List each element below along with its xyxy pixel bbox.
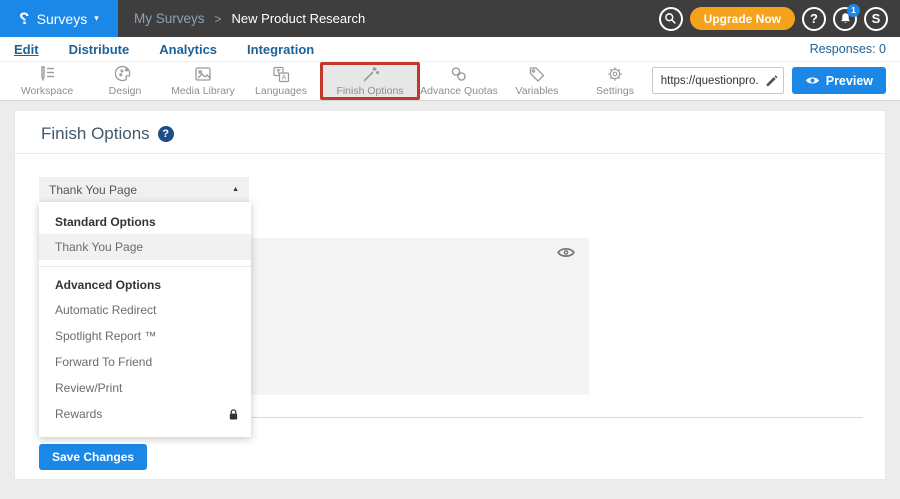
toolbar-item-variables[interactable]: Variables	[498, 62, 576, 100]
toolbar-item-advance-quotas[interactable]: Advance Quotas	[420, 62, 498, 100]
app-screen: ? Surveys ▾ My Surveys > New Product Res…	[0, 0, 900, 499]
breadcrumb-my-surveys[interactable]: My Surveys	[134, 11, 205, 26]
breadcrumb-current-survey: New Product Research	[232, 11, 366, 26]
finish-options-wand-icon	[360, 65, 380, 83]
question-mark-icon: ?	[810, 11, 818, 26]
survey-nav-tabs: Edit Distribute Analytics Integration Re…	[0, 37, 900, 62]
preview-button[interactable]: Preview	[792, 67, 886, 94]
design-palette-icon	[115, 65, 135, 83]
responses-count-link[interactable]: Responses: 0	[810, 42, 886, 56]
dropdown-divider	[39, 266, 251, 267]
help-button[interactable]: ?	[802, 7, 826, 31]
languages-icon: A	[271, 65, 291, 83]
variables-tag-icon	[527, 65, 547, 83]
finish-option-select-value: Thank You Page	[49, 183, 137, 197]
workspace-icon	[37, 65, 57, 83]
upgrade-now-button[interactable]: Upgrade Now	[690, 7, 795, 30]
questionpro-logo-icon: ?	[19, 9, 29, 29]
edit-toolbar: Workspace Design Media Library A Languag…	[0, 62, 900, 101]
dropdown-item-review-print[interactable]: Review/Print	[39, 375, 251, 401]
dropdown-section-header-advanced: Advanced Options	[39, 273, 251, 297]
toolbar-item-media-library[interactable]: Media Library	[164, 62, 242, 100]
avatar-initial: S	[872, 11, 881, 26]
dropdown-section-header-standard: Standard Options	[39, 210, 251, 234]
toolbar-item-settings[interactable]: Settings	[576, 62, 654, 100]
toolbar-item-design[interactable]: Design	[86, 62, 164, 100]
eye-icon	[805, 75, 820, 86]
svg-text:A: A	[282, 75, 287, 82]
toolbar-item-languages[interactable]: A Languages	[242, 62, 320, 100]
page-title: Finish Options	[41, 124, 150, 144]
tab-analytics[interactable]: Analytics	[159, 42, 217, 57]
topbar-actions: Upgrade Now ? 1 S	[659, 0, 888, 37]
product-label: Surveys	[37, 11, 88, 27]
lock-icon	[228, 408, 239, 421]
chevron-down-icon: ▾	[94, 13, 99, 24]
breadcrumb: My Surveys > New Product Research	[134, 11, 365, 26]
pencil-icon[interactable]	[764, 73, 778, 87]
media-library-icon	[193, 65, 213, 83]
dropdown-item-spotlight-report[interactable]: Spotlight Report ™	[39, 323, 251, 349]
settings-gear-icon	[605, 65, 625, 83]
notifications-button[interactable]: 1	[833, 7, 857, 31]
eye-icon[interactable]	[557, 246, 575, 259]
dropdown-item-forward-to-friend[interactable]: Forward To Friend	[39, 349, 251, 375]
finish-option-select[interactable]: Thank You Page ▲	[39, 177, 249, 202]
tab-edit[interactable]: Edit	[14, 42, 39, 57]
panel-title-row: Finish Options ?	[41, 124, 174, 144]
chevron-up-icon: ▲	[232, 186, 239, 193]
save-changes-button[interactable]: Save Changes	[39, 444, 147, 470]
search-button[interactable]	[659, 7, 683, 31]
tab-integration[interactable]: Integration	[247, 42, 314, 57]
toolbar-right-actions: Preview	[652, 67, 886, 94]
dropdown-item-automatic-redirect[interactable]: Automatic Redirect	[39, 297, 251, 323]
survey-url-box	[652, 67, 784, 94]
toolbar-item-workspace[interactable]: Workspace	[8, 62, 86, 100]
finish-options-dropdown-menu: Standard Options Thank You Page Advanced…	[39, 202, 251, 437]
breadcrumb-separator-icon: >	[215, 12, 222, 26]
surveys-product-menu[interactable]: ? Surveys ▾	[0, 0, 118, 37]
title-divider	[15, 153, 885, 154]
finish-options-panel: Finish Options ? Thank You Page ▲ Save C…	[14, 110, 886, 480]
dropdown-item-thank-you-page[interactable]: Thank You Page	[39, 234, 251, 260]
top-bar: ? Surveys ▾ My Surveys > New Product Res…	[0, 0, 900, 37]
advance-quotas-links-icon	[449, 65, 469, 83]
toolbar-item-finish-options[interactable]: Finish Options	[320, 62, 420, 100]
title-help-icon[interactable]: ?	[158, 126, 174, 142]
dropdown-item-rewards[interactable]: Rewards	[39, 401, 251, 427]
tab-distribute[interactable]: Distribute	[69, 42, 130, 57]
notification-count-badge: 1	[847, 4, 860, 17]
user-avatar[interactable]: S	[864, 7, 888, 31]
search-icon	[664, 12, 677, 25]
